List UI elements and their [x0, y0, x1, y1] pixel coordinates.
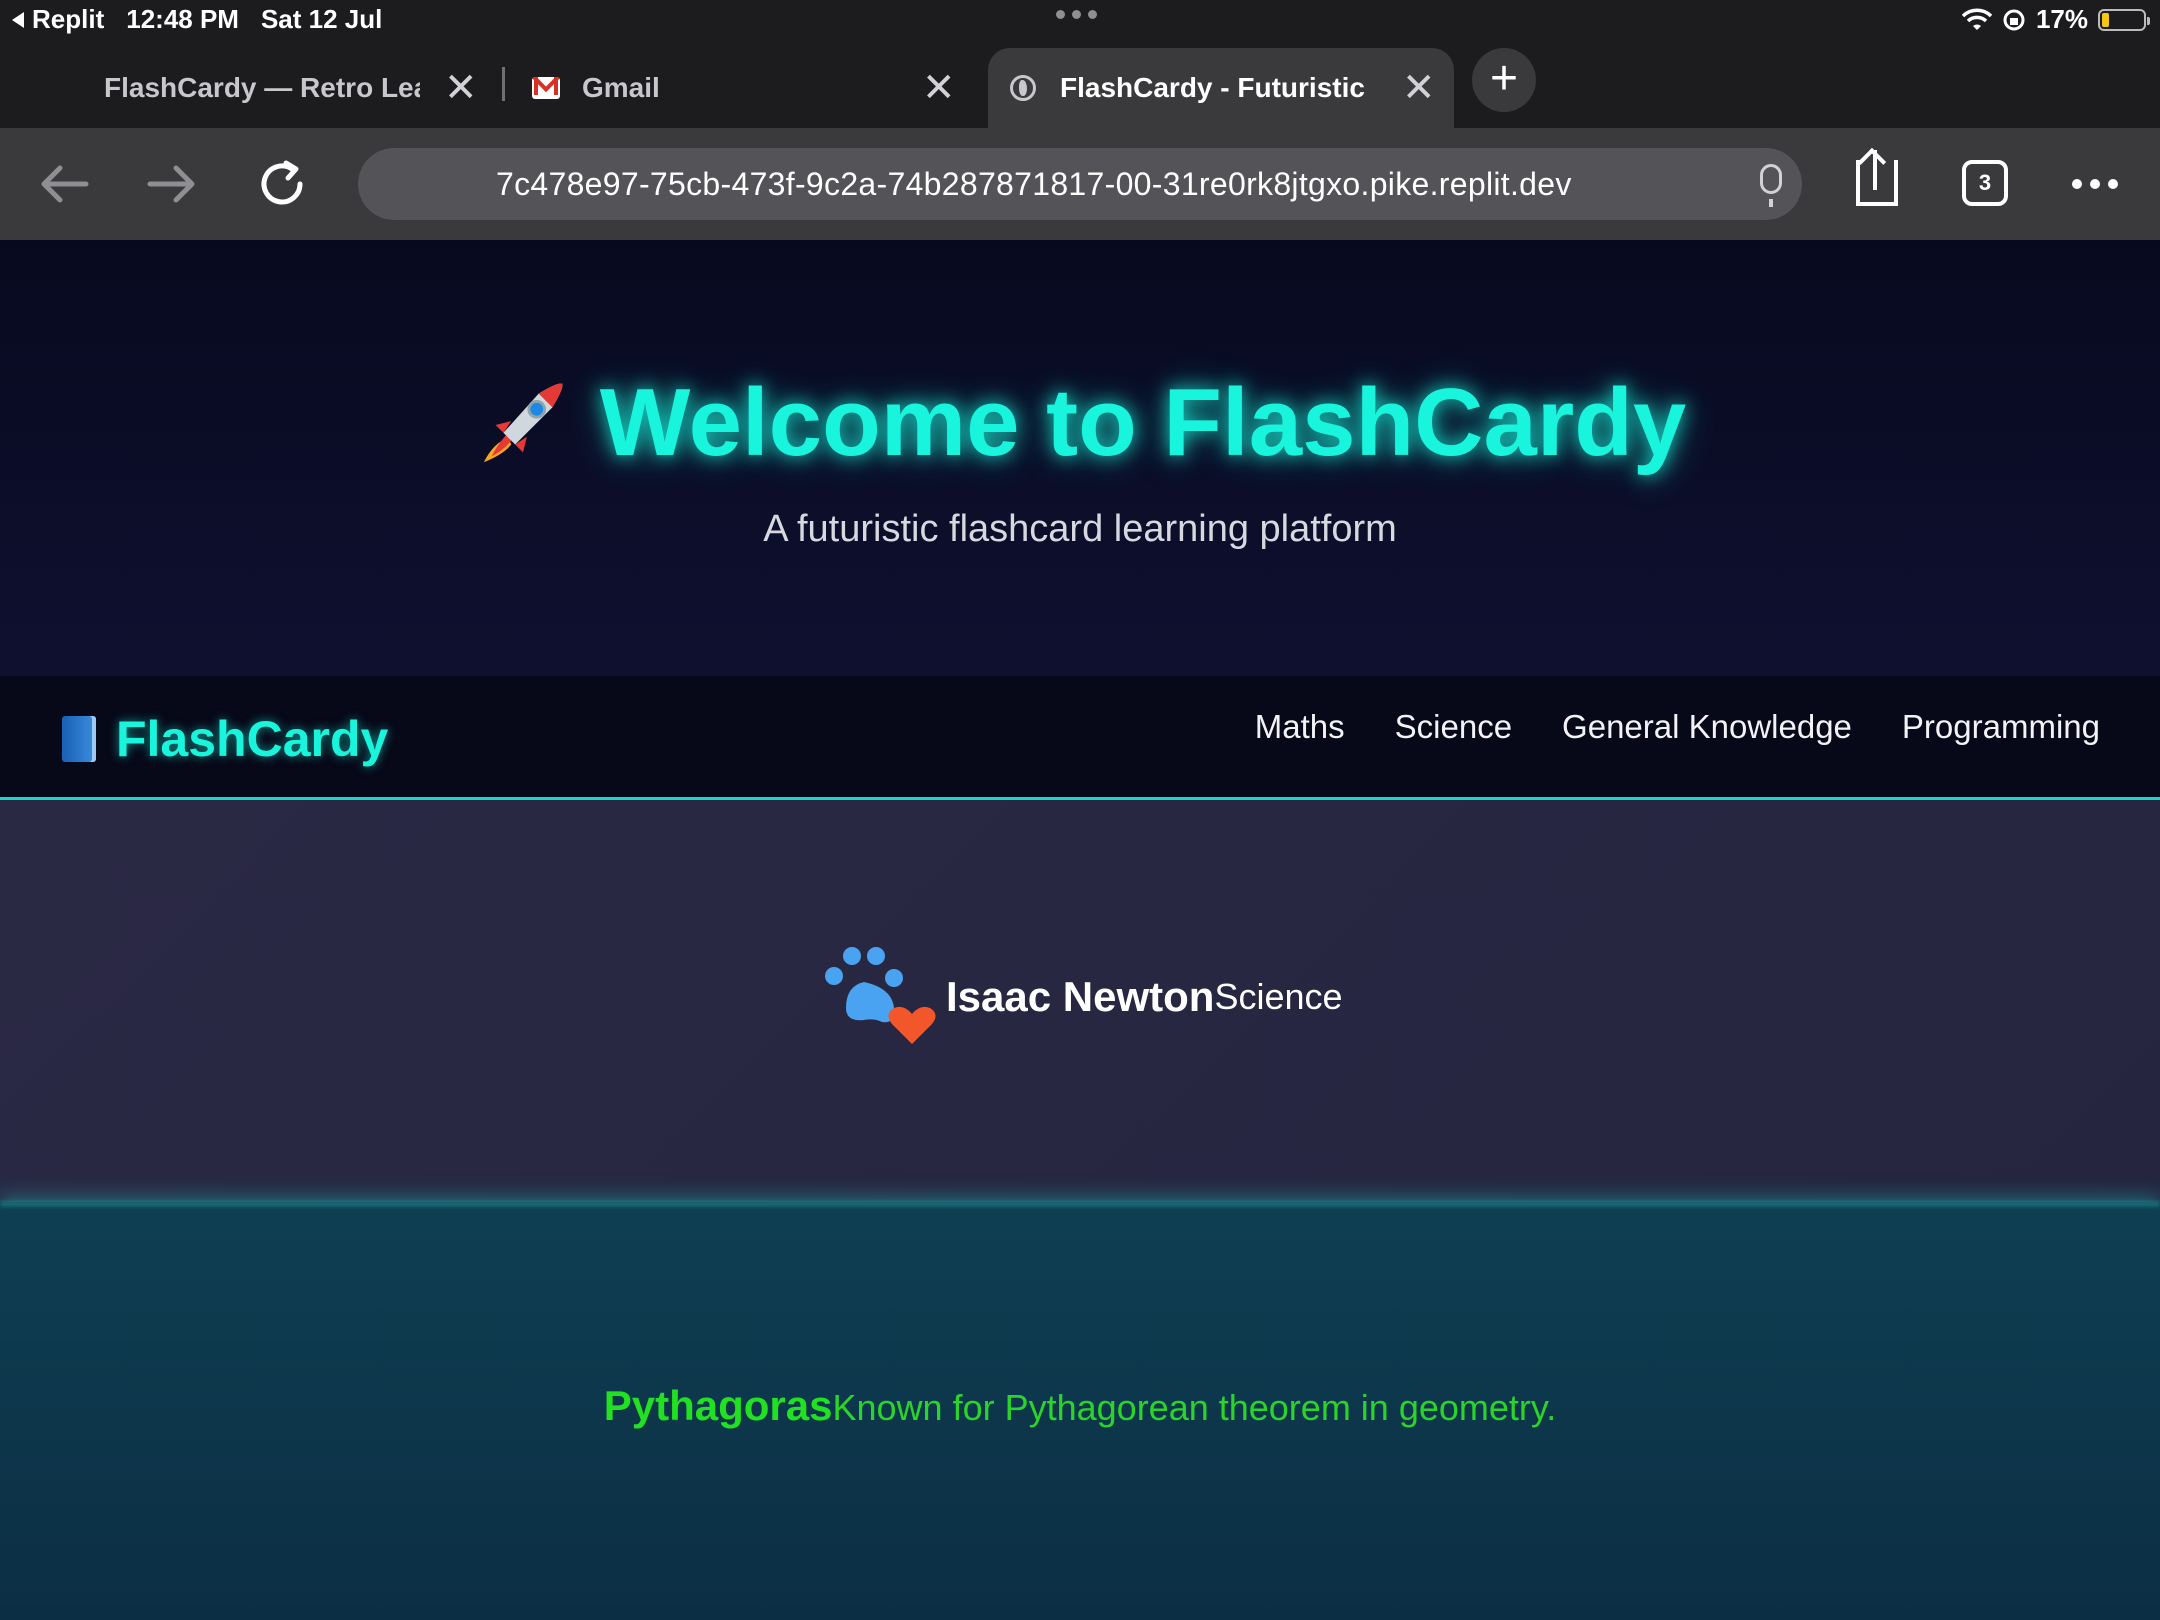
tab-bar: FlashCardy — Retro Lea ✕ Gmail ✕ FlashCa…	[0, 40, 2160, 128]
site-brand[interactable]: FlashCardy	[62, 710, 388, 768]
battery-percent: 17%	[2035, 4, 2088, 34]
hero-title-text: Welcome to FlashCardy	[599, 369, 1687, 476]
card-name: Pythagoras	[603, 1382, 833, 1429]
back-arrow-icon[interactable]	[38, 162, 90, 206]
web-page: Welcome to FlashCardy A futuristic flash…	[0, 240, 2160, 1620]
wifi-icon	[1961, 8, 1992, 30]
tab-count-button[interactable]: 3	[1962, 160, 2008, 206]
nav-link-maths[interactable]: Maths	[1255, 708, 1345, 746]
reload-icon[interactable]	[256, 158, 308, 210]
tab-flashcardy-futuristic[interactable]: FlashCardy - Futuristic ✕	[988, 48, 1454, 128]
card-name: Isaac Newton	[946, 973, 1215, 1020]
nav-links: Maths Science General Knowledge Programm…	[1255, 708, 2100, 746]
book-icon	[62, 716, 96, 762]
nav-link-programming[interactable]: Programming	[1902, 708, 2100, 746]
address-bar[interactable]: 7c478e97-75cb-473f-9c2a-74b287871817-00-…	[358, 148, 1802, 220]
multitasking-dots-icon[interactable]	[1056, 10, 1097, 19]
nav-link-general-knowledge[interactable]: General Knowledge	[1562, 708, 1852, 746]
back-triangle-icon	[12, 11, 24, 28]
flashcard-pythagoras[interactable]: PythagorasKnown for Pythagorean theorem …	[0, 1202, 2160, 1620]
paw-heart-icon	[825, 947, 936, 1044]
tab-title: FlashCardy - Futuristic	[1060, 72, 1365, 103]
card-description: Known for Pythagorean theorem in geometr…	[832, 1387, 1557, 1428]
hero-title: Welcome to FlashCardy	[0, 368, 2160, 478]
hero-subtitle: A futuristic flashcard learning platform	[763, 508, 1397, 550]
globe-icon	[1010, 75, 1036, 101]
orientation-lock-icon	[2003, 9, 2025, 30]
new-tab-button[interactable]: +	[1472, 48, 1536, 112]
status-date: Sat 12 Jul	[260, 4, 383, 34]
close-tab-icon[interactable]: ✕	[444, 68, 478, 108]
tab-flashcardy-retro[interactable]: FlashCardy — Retro Lea ✕	[30, 48, 500, 128]
rocket-icon	[483, 383, 563, 463]
nav-link-science[interactable]: Science	[1395, 708, 1512, 746]
gmail-icon	[532, 77, 560, 99]
brand-name: FlashCardy	[116, 711, 389, 767]
status-bar: Replit 12:48 PM Sat 12 Jul 17%	[0, 0, 2160, 40]
battery-icon	[2098, 8, 2150, 31]
card-category: Science	[1214, 976, 1343, 1017]
microphone-icon[interactable]	[1760, 164, 1782, 207]
back-app-label: Replit	[32, 4, 105, 34]
more-options-icon[interactable]	[2072, 179, 2118, 189]
url-text: 7c478e97-75cb-473f-9c2a-74b287871817-00-…	[496, 165, 1572, 202]
site-navbar: FlashCardy Maths Science General Knowled…	[0, 676, 2160, 800]
browser-toolbar: 7c478e97-75cb-473f-9c2a-74b287871817-00-…	[0, 128, 2160, 240]
tab-divider	[502, 67, 505, 101]
close-tab-icon[interactable]: ✕	[1402, 68, 1436, 108]
tab-gmail[interactable]: Gmail ✕	[530, 48, 970, 128]
tab-title: FlashCardy — Retro Lea	[104, 72, 420, 103]
hero-section: Welcome to FlashCardy A futuristic flash…	[0, 240, 2160, 676]
close-tab-icon[interactable]: ✕	[922, 68, 956, 108]
forward-arrow-icon[interactable]	[146, 162, 198, 206]
flashcard-isaac-newton[interactable]: Isaac Newton Science	[0, 800, 2160, 1202]
status-time: 12:48 PM	[126, 4, 239, 34]
tab-title: Gmail	[582, 72, 660, 103]
back-to-app-link[interactable]: Replit	[12, 4, 104, 35]
